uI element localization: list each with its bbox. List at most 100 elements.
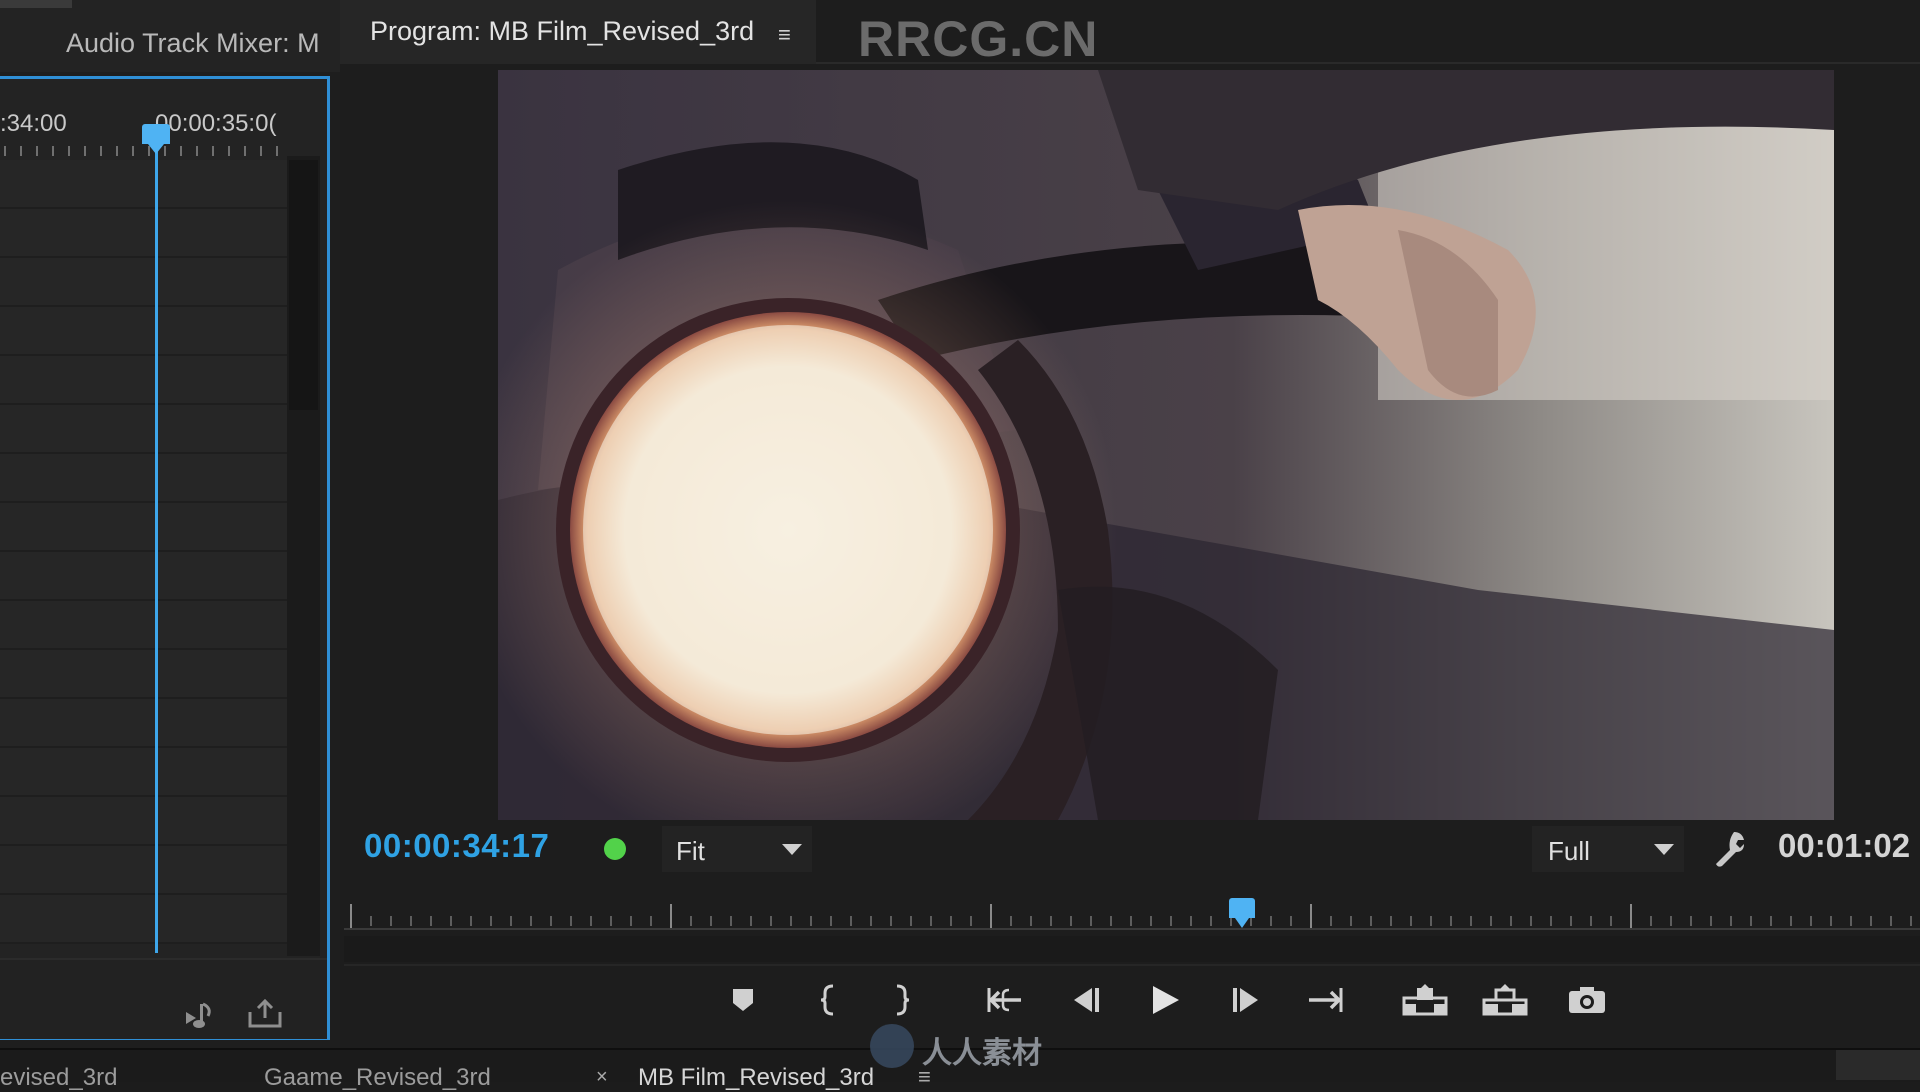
ruler-tick bbox=[970, 916, 972, 926]
ruler-tick bbox=[1870, 916, 1872, 926]
ruler-tick bbox=[1210, 916, 1212, 926]
go-to-in-button[interactable] bbox=[980, 978, 1030, 1022]
ruler-tick bbox=[450, 916, 452, 926]
mark-in-button[interactable] bbox=[804, 978, 854, 1022]
playhead-line[interactable] bbox=[155, 135, 158, 953]
mark-out-button[interactable] bbox=[876, 978, 926, 1022]
track-row[interactable] bbox=[0, 405, 287, 454]
audio-scrub-icon[interactable] bbox=[184, 1000, 224, 1030]
ruler-tick bbox=[1810, 916, 1812, 926]
ruler-tick bbox=[390, 916, 392, 926]
ruler-tick bbox=[1030, 916, 1032, 926]
ruler-tick bbox=[1730, 916, 1732, 926]
ruler-tick bbox=[710, 916, 712, 926]
ruler-tick bbox=[1830, 916, 1832, 926]
extract-icon bbox=[1482, 984, 1528, 1016]
status-indicator-icon bbox=[604, 838, 626, 860]
track-row[interactable] bbox=[0, 258, 287, 307]
ruler-tick bbox=[470, 916, 472, 926]
go-to-out-button[interactable] bbox=[1300, 978, 1350, 1022]
ruler-tick bbox=[1550, 916, 1552, 926]
program-time-ruler[interactable] bbox=[344, 900, 1920, 930]
track-row[interactable] bbox=[0, 307, 287, 356]
program-video-frame[interactable] bbox=[498, 70, 1834, 820]
track-row[interactable] bbox=[0, 895, 287, 944]
ruler-tick bbox=[510, 916, 512, 926]
step-back-button[interactable] bbox=[1060, 978, 1110, 1022]
tab-audio-track-mixer[interactable]: Audio Track Mixer: M bbox=[66, 28, 334, 59]
ruler-tick bbox=[1470, 916, 1472, 926]
ruler-tick bbox=[1910, 916, 1912, 926]
play-button[interactable] bbox=[1140, 978, 1190, 1022]
zoom-scroll-bar[interactable] bbox=[344, 936, 1920, 962]
ruler-tick bbox=[1530, 916, 1532, 926]
track-row[interactable] bbox=[0, 797, 287, 846]
go-to-in-icon bbox=[987, 988, 1021, 1012]
ruler-tick bbox=[1170, 916, 1172, 926]
track-row[interactable] bbox=[0, 552, 287, 601]
panel-edge bbox=[1836, 1050, 1920, 1080]
close-icon[interactable]: × bbox=[596, 1066, 608, 1089]
track-row[interactable] bbox=[0, 209, 287, 258]
track-row[interactable] bbox=[0, 356, 287, 405]
chevron-down-icon[interactable] bbox=[782, 844, 802, 855]
current-timecode[interactable]: 00:00:34:17 bbox=[364, 827, 549, 865]
track-row[interactable] bbox=[0, 454, 287, 503]
export-frame-button[interactable] bbox=[1562, 978, 1612, 1022]
track-row[interactable] bbox=[0, 846, 287, 895]
track-row[interactable] bbox=[0, 160, 287, 209]
ruler-tick bbox=[52, 146, 54, 156]
extract-button[interactable] bbox=[1480, 978, 1530, 1022]
track-row[interactable] bbox=[0, 503, 287, 552]
ruler-tick bbox=[1750, 916, 1752, 926]
panel-menu-icon[interactable]: ≡ bbox=[778, 22, 791, 48]
track-row[interactable] bbox=[0, 601, 287, 650]
ruler-tick bbox=[1710, 916, 1712, 926]
ruler-tick bbox=[1070, 916, 1072, 926]
tab-sequence-1[interactable]: evised_3rd bbox=[0, 1064, 117, 1092]
ruler-tick bbox=[1110, 916, 1112, 926]
add-marker-button[interactable] bbox=[718, 978, 768, 1022]
chevron-down-icon[interactable] bbox=[1654, 844, 1674, 855]
playback-resolution-value[interactable]: Full bbox=[1548, 836, 1590, 867]
ruler-tick bbox=[690, 916, 692, 926]
ruler-tick bbox=[850, 916, 852, 926]
track-row[interactable] bbox=[0, 748, 287, 797]
export-icon[interactable] bbox=[246, 998, 284, 1030]
ruler-tick bbox=[1390, 916, 1392, 926]
mark-out-icon bbox=[896, 984, 910, 1016]
ruler-tick bbox=[570, 916, 572, 926]
lift-button[interactable] bbox=[1400, 978, 1450, 1022]
ruler-tick bbox=[990, 904, 992, 928]
ruler-tick bbox=[1610, 916, 1612, 926]
zoom-level-value[interactable]: Fit bbox=[676, 836, 705, 867]
tab-sequence-active[interactable]: MB Film_Revised_3rd bbox=[638, 1064, 874, 1092]
program-tab-label[interactable]: Program: MB Film_Revised_3rd bbox=[370, 16, 754, 47]
ruler-tick bbox=[410, 916, 412, 926]
ruler-tick bbox=[1850, 916, 1852, 926]
ruler-tick bbox=[750, 916, 752, 926]
ruler-tick bbox=[610, 916, 612, 926]
program-playhead-handle[interactable] bbox=[1229, 898, 1255, 918]
track-row[interactable] bbox=[0, 650, 287, 699]
ruler-tick bbox=[212, 146, 214, 156]
scrollbar-thumb[interactable] bbox=[289, 160, 318, 410]
export-frame-icon bbox=[1569, 987, 1605, 1013]
ruler-tick bbox=[132, 146, 134, 156]
ruler-tick bbox=[670, 904, 672, 928]
divider bbox=[344, 964, 1920, 966]
tab-sequence-2[interactable]: Gaame_Revised_3rd bbox=[264, 1064, 491, 1092]
ruler-tick bbox=[244, 146, 246, 156]
ruler-tick bbox=[1330, 916, 1332, 926]
track-row[interactable] bbox=[0, 699, 287, 748]
settings-wrench-icon[interactable] bbox=[1712, 828, 1748, 868]
ruler-tick bbox=[1790, 916, 1792, 926]
lift-icon bbox=[1402, 984, 1448, 1016]
ruler-tick bbox=[116, 146, 118, 156]
ruler-timecode-label: :34:00 bbox=[0, 110, 67, 137]
playhead-tip bbox=[148, 144, 164, 154]
timeline-ruler[interactable] bbox=[0, 144, 290, 158]
playhead-handle[interactable] bbox=[142, 124, 170, 144]
ruler-tick bbox=[490, 916, 492, 926]
step-forward-button[interactable] bbox=[1222, 978, 1272, 1022]
